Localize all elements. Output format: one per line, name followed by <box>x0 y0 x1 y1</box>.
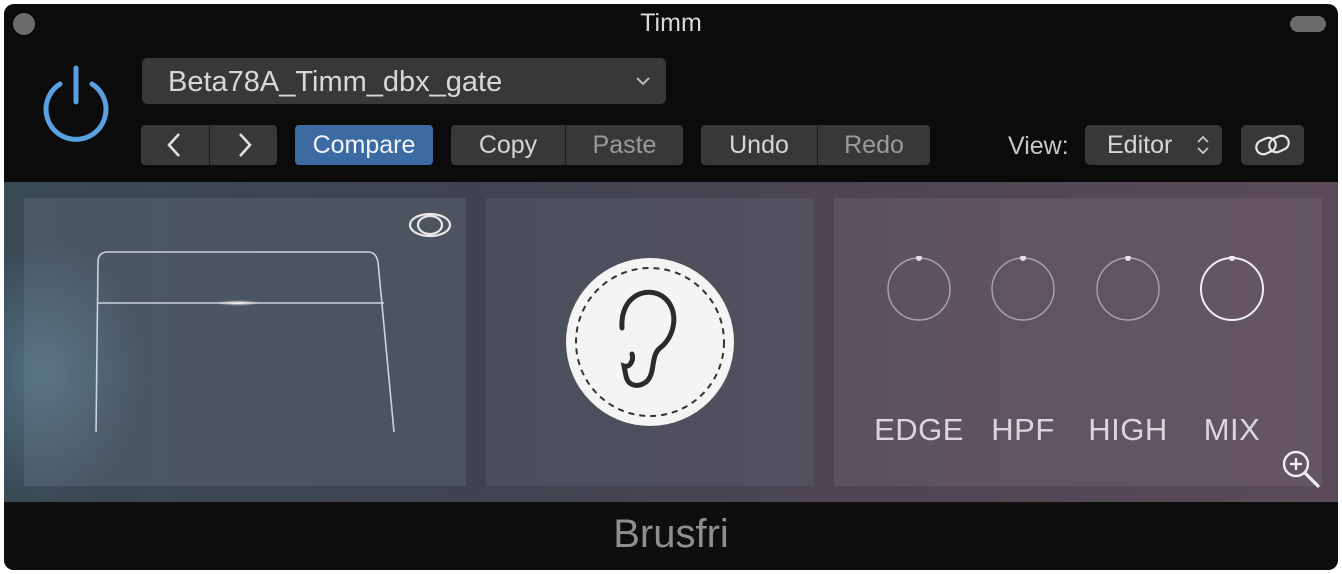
listen-panel <box>486 198 814 486</box>
view-label: View: <box>1008 132 1069 160</box>
preset-name: Beta78A_Timm_dbx_gate <box>168 66 503 98</box>
zoom-in-icon[interactable] <box>1280 448 1324 492</box>
plugin-body: EDGE HPF HIGH MIX <box>4 182 1338 502</box>
view-selector[interactable]: Editor <box>1085 125 1222 165</box>
power-icon[interactable] <box>36 64 116 144</box>
edge-label: EDGE <box>874 412 964 447</box>
high-knob[interactable] <box>1095 256 1161 322</box>
plugin-window: Timm Beta78A_Timm_dbx_gate Compare Copy … <box>4 4 1338 570</box>
footer: Brusfri <box>4 502 1338 570</box>
previous-preset-button[interactable] <box>141 125 209 165</box>
chevron-left-icon <box>167 133 180 157</box>
next-preset-button[interactable] <box>209 125 277 165</box>
mix-knob[interactable] <box>1199 256 1265 322</box>
knobs-panel: EDGE HPF HIGH MIX <box>834 198 1322 488</box>
high-label: HIGH <box>1088 412 1168 447</box>
edge-knob[interactable] <box>886 256 952 322</box>
window-title: Timm <box>640 9 702 37</box>
chevron-right-icon <box>238 133 252 157</box>
ear-icon[interactable] <box>564 256 736 428</box>
plugin-name: Brusfri <box>613 512 729 556</box>
paste-button[interactable]: Paste <box>565 125 683 165</box>
gate-display-panel[interactable] <box>24 198 466 486</box>
gate-curve <box>95 251 395 433</box>
window-resize-pill[interactable] <box>1290 16 1326 32</box>
chevron-down-icon <box>636 77 650 86</box>
redo-button[interactable]: Redo <box>817 125 930 165</box>
hpf-knob[interactable] <box>990 256 1056 322</box>
undo-button[interactable]: Undo <box>701 125 817 165</box>
copy-button[interactable]: Copy <box>451 125 565 165</box>
link-icon <box>1254 134 1290 156</box>
eye-icon[interactable] <box>408 212 452 238</box>
view-value: Editor <box>1107 130 1173 159</box>
hpf-label: HPF <box>991 412 1055 447</box>
mix-label: MIX <box>1203 412 1261 447</box>
link-button[interactable] <box>1241 125 1304 165</box>
updown-icon <box>1197 135 1209 155</box>
compare-button[interactable]: Compare <box>295 125 433 165</box>
preset-selector[interactable]: Beta78A_Timm_dbx_gate <box>142 58 666 104</box>
